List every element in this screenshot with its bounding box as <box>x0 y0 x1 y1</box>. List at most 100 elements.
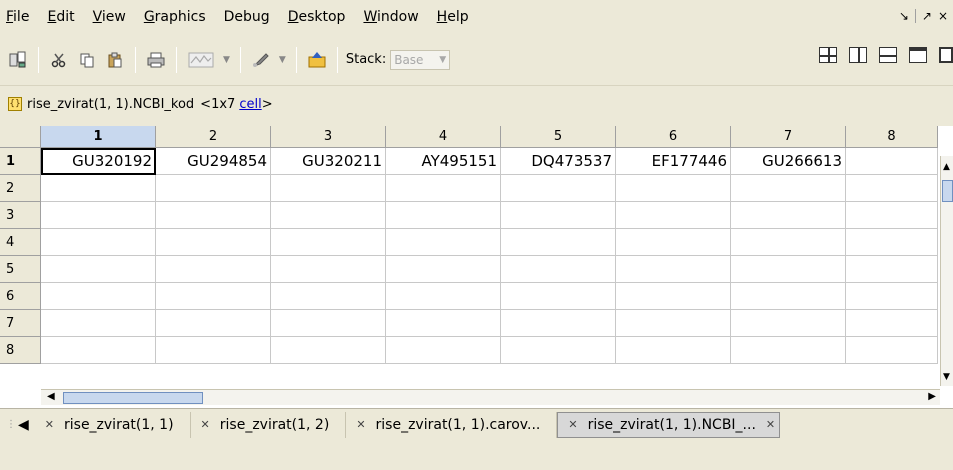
print-icon[interactable] <box>145 49 167 71</box>
grid-cell[interactable] <box>271 310 386 337</box>
chevron-down-icon[interactable]: ▼ <box>223 55 230 65</box>
row-header[interactable]: 6 <box>0 283 41 310</box>
menu-window[interactable]: Window <box>354 9 427 25</box>
plot-icon[interactable] <box>186 49 216 71</box>
row-header[interactable]: 1 <box>0 148 41 175</box>
grid-cell[interactable] <box>386 310 501 337</box>
grid-cell[interactable] <box>271 256 386 283</box>
stack-select[interactable]: Base ▼ <box>390 49 451 70</box>
grid-cell[interactable] <box>156 337 271 364</box>
grid-cell[interactable] <box>846 229 938 256</box>
grid-cell[interactable] <box>846 283 938 310</box>
grid-cell[interactable] <box>156 202 271 229</box>
close-icon[interactable]: ✕ <box>356 418 365 431</box>
grid-cell[interactable] <box>271 175 386 202</box>
grid-cell[interactable] <box>731 202 846 229</box>
menu-debug[interactable]: Debug <box>215 9 279 25</box>
scroll-up-icon[interactable]: ▲ <box>943 162 950 172</box>
grid-cell[interactable] <box>731 229 846 256</box>
grid-cell[interactable]: GU320192 <box>41 148 156 175</box>
scroll-right-icon[interactable]: ▶ <box>928 391 936 402</box>
grid-cell[interactable] <box>271 202 386 229</box>
menu-view[interactable]: View <box>84 9 135 25</box>
grid-cell[interactable] <box>846 202 938 229</box>
tile-grid-icon[interactable] <box>819 47 837 63</box>
grid-cell[interactable] <box>156 229 271 256</box>
variable-editor-icon[interactable] <box>7 49 29 71</box>
grid-cell[interactable] <box>501 283 616 310</box>
close-icon[interactable]: ✕ <box>45 418 54 431</box>
grid-cell[interactable] <box>731 337 846 364</box>
grid-cell[interactable] <box>616 337 731 364</box>
grid-cell[interactable] <box>41 229 156 256</box>
grid-cell[interactable] <box>846 337 938 364</box>
grid-cell[interactable] <box>616 310 731 337</box>
horizontal-scrollbar[interactable]: ◀ ▶ <box>41 389 940 405</box>
grid-cell[interactable] <box>156 175 271 202</box>
menu-help[interactable]: Help <box>428 9 478 25</box>
grid-cell[interactable] <box>501 256 616 283</box>
grid-cell[interactable] <box>501 229 616 256</box>
grid-cell[interactable] <box>271 283 386 310</box>
column-header[interactable]: 8 <box>846 126 938 148</box>
grid-cell[interactable] <box>501 310 616 337</box>
grid-cell[interactable]: AY495151 <box>386 148 501 175</box>
grid-cell[interactable] <box>386 337 501 364</box>
row-header[interactable]: 4 <box>0 229 41 256</box>
class-link[interactable]: cell <box>239 97 261 112</box>
document-tab[interactable]: ✕ rise_zvirat(1, 1) <box>35 411 191 438</box>
grid-cell[interactable] <box>731 256 846 283</box>
grid-cell[interactable] <box>386 202 501 229</box>
float-icon[interactable] <box>909 47 927 63</box>
grid-cell[interactable] <box>616 283 731 310</box>
grid-cell[interactable] <box>271 337 386 364</box>
menu-desktop[interactable]: Desktop <box>279 9 355 25</box>
grid-cell[interactable] <box>41 202 156 229</box>
close-icon[interactable]: ✕ <box>568 418 577 431</box>
grid-cell[interactable]: EF177446 <box>616 148 731 175</box>
scroll-left-icon[interactable]: ◀ <box>47 391 55 402</box>
scroll-thumb[interactable] <box>63 392 203 404</box>
row-header[interactable]: 5 <box>0 256 41 283</box>
paste-icon[interactable] <box>104 49 126 71</box>
column-header[interactable]: 7 <box>731 126 846 148</box>
column-header[interactable]: 6 <box>616 126 731 148</box>
grid-cell[interactable] <box>386 283 501 310</box>
grid-cell[interactable] <box>846 148 938 175</box>
grid-cell[interactable] <box>156 310 271 337</box>
cut-icon[interactable] <box>48 49 70 71</box>
grid-cell[interactable] <box>846 310 938 337</box>
maximize-icon[interactable] <box>939 47 953 63</box>
grid-cell[interactable] <box>156 283 271 310</box>
row-header[interactable]: 2 <box>0 175 41 202</box>
grid-cell[interactable] <box>271 229 386 256</box>
grid-cell[interactable] <box>41 310 156 337</box>
grid-cell[interactable] <box>386 229 501 256</box>
close-icon[interactable]: ✕ <box>201 418 210 431</box>
grid-cell[interactable] <box>616 256 731 283</box>
document-tab-active[interactable]: ✕ rise_zvirat(1, 1).NCBI_... ✕ <box>557 411 781 438</box>
grid-cell[interactable] <box>41 175 156 202</box>
column-header[interactable]: 4 <box>386 126 501 148</box>
brush-icon[interactable] <box>250 49 272 71</box>
column-header[interactable]: 3 <box>271 126 386 148</box>
grid-cell[interactable]: GU294854 <box>156 148 271 175</box>
chevron-down-icon[interactable]: ▼ <box>279 55 286 65</box>
scroll-thumb[interactable] <box>942 180 953 202</box>
grid-cell[interactable] <box>731 310 846 337</box>
row-header[interactable]: 8 <box>0 337 41 364</box>
tab-scroll-left-icon[interactable]: ◀ <box>18 417 29 433</box>
close-icon[interactable]: × <box>935 9 951 23</box>
column-header[interactable]: 1 <box>41 126 156 148</box>
workspace-up-icon[interactable] <box>306 49 328 71</box>
grid-cell[interactable] <box>501 202 616 229</box>
split-horizontal-icon[interactable] <box>879 47 897 63</box>
column-header[interactable]: 2 <box>156 126 271 148</box>
grid-cell[interactable] <box>41 283 156 310</box>
grid-cell[interactable] <box>616 175 731 202</box>
grid-cell[interactable] <box>386 256 501 283</box>
split-vertical-icon[interactable] <box>849 47 867 63</box>
grid-cell[interactable]: DQ473537 <box>501 148 616 175</box>
row-header[interactable]: 7 <box>0 310 41 337</box>
grid-cell[interactable] <box>501 337 616 364</box>
